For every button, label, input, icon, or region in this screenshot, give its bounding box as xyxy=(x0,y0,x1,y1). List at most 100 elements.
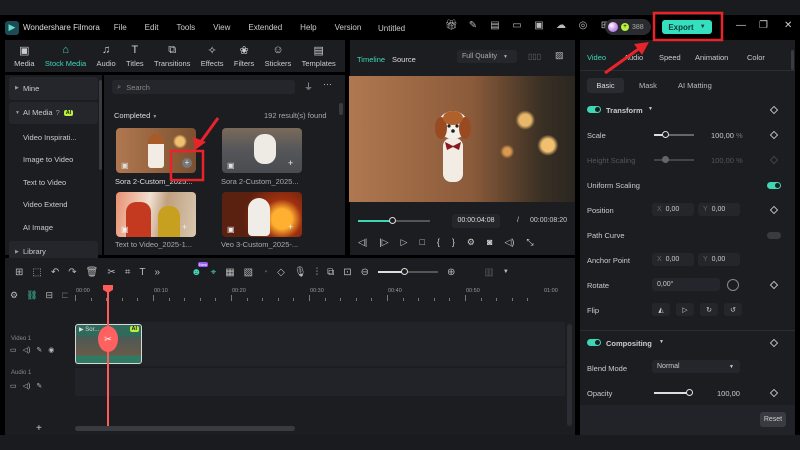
replace-icon[interactable]: ⧉ xyxy=(327,267,334,278)
track-manage-icon[interactable]: ⊏ xyxy=(61,290,69,301)
reset-button[interactable]: Reset xyxy=(760,412,786,427)
transform-toggle[interactable] xyxy=(587,106,601,113)
menu-file[interactable]: File xyxy=(114,23,127,32)
add-to-timeline-icon[interactable]: + xyxy=(288,158,293,168)
media-thumbnail[interactable]: ▣ + xyxy=(222,128,302,173)
next-frame-icon[interactable]: |▷ xyxy=(379,237,388,248)
menu-tools[interactable]: Tools xyxy=(176,23,195,32)
timeline-settings-icon[interactable]: ⚙ xyxy=(10,290,18,301)
folder-icon[interactable]: ▭ xyxy=(10,382,17,390)
tab-media[interactable]: ▣ Media xyxy=(14,44,34,68)
tab-titles[interactable]: T Titles xyxy=(126,44,144,68)
eye-icon[interactable]: ◉ xyxy=(48,346,54,354)
export-button[interactable]: Export ▼ xyxy=(662,20,712,34)
previous-frame-icon[interactable]: ◁| xyxy=(358,237,367,248)
sidebar-scrollbar[interactable] xyxy=(99,80,102,170)
flip-horizontal-icon[interactable]: ◭ xyxy=(652,303,670,316)
menu-extended[interactable]: Extended xyxy=(248,23,282,32)
quality-dropdown[interactable]: Full Quality ▼ xyxy=(457,50,517,63)
split-icon[interactable]: ⌖ xyxy=(211,267,217,278)
more-options-icon[interactable]: ⋯ xyxy=(323,79,332,90)
track-height-icon[interactable]: ▥ xyxy=(484,267,493,278)
media-thumbnail[interactable]: ▣ + xyxy=(222,192,302,237)
cut-icon[interactable]: ✂ xyxy=(107,267,115,278)
close-icon[interactable]: ✕ xyxy=(784,20,792,31)
completed-filter-dropdown[interactable]: Completed ▼ xyxy=(114,111,157,120)
rotate-right-icon[interactable]: ↻ xyxy=(700,303,718,316)
ai-copilot-icon[interactable]: ☻ New xyxy=(191,261,209,278)
settings-icon[interactable]: ⚙ xyxy=(467,237,475,248)
image-edit-icon[interactable]: ▧ xyxy=(244,267,253,278)
sidebar-item-mine[interactable]: ▶ Mine xyxy=(9,77,98,100)
tab-audio[interactable]: Audio xyxy=(624,53,659,62)
rotate-left-icon[interactable]: ↺ xyxy=(724,303,742,316)
tab-stickers[interactable]: ☺ Stickers xyxy=(265,44,292,68)
feedback-icon[interactable]: ✎ xyxy=(467,20,479,32)
credits-badge[interactable]: + 388 xyxy=(605,19,651,35)
compositing-toggle[interactable] xyxy=(587,339,601,346)
scrubber-knob[interactable] xyxy=(389,217,396,224)
timeline-ruler[interactable]: 00:00 00:10 00:20 00:30 00:40 00:50 01:00 xyxy=(75,288,570,302)
save-icon[interactable]: ▣ xyxy=(533,20,545,32)
subtab-basic[interactable]: Basic xyxy=(587,78,624,93)
text-icon[interactable]: T xyxy=(139,267,145,278)
tab-source[interactable]: Source xyxy=(392,55,416,64)
volume-icon[interactable]: ◁) xyxy=(23,346,31,354)
add-to-timeline-icon[interactable]: + xyxy=(288,222,293,232)
anchor-x-input[interactable]: X 0,00 xyxy=(652,253,694,266)
mute-icon[interactable]: ✎ xyxy=(36,346,42,354)
more-tools-icon[interactable]: » xyxy=(154,267,160,278)
scale-slider[interactable] xyxy=(654,134,694,136)
rotate-input[interactable]: 0,00° xyxy=(652,278,720,291)
opacity-knob[interactable] xyxy=(686,389,693,396)
crop-icon[interactable]: ⌗ xyxy=(125,267,131,278)
timeline-h-scrollbar[interactable] xyxy=(75,426,295,431)
filter-icon[interactable]: ⏚ xyxy=(304,80,313,93)
sidebar-item-video-inspiration[interactable]: Video Inspirati... xyxy=(5,126,102,149)
tab-animation[interactable]: Animation xyxy=(695,53,747,62)
blend-mode-dropdown[interactable]: Normal ▼ xyxy=(652,360,740,373)
position-x-input[interactable]: X 0,00 xyxy=(652,203,694,216)
rotate-dial-icon[interactable] xyxy=(727,279,739,291)
mark-out-icon[interactable]: } xyxy=(452,237,455,248)
sidebar-item-text-to-video[interactable]: Text to Video xyxy=(5,171,102,194)
group-icon[interactable]: ⊟ xyxy=(46,290,54,301)
media-thumbnail[interactable]: ▣ + xyxy=(116,192,196,237)
shield-icon[interactable]: ◇ xyxy=(277,267,285,278)
tab-timeline[interactable]: Timeline xyxy=(357,55,385,64)
tab-video[interactable]: Video xyxy=(587,53,624,62)
playhead[interactable] xyxy=(107,286,109,426)
media-thumbnail[interactable]: ▣ + xyxy=(116,128,196,173)
volume-icon[interactable]: ◁) xyxy=(23,382,31,390)
mark-in-icon[interactable]: { xyxy=(437,237,440,248)
tab-audio[interactable]: ♫ Audio xyxy=(97,44,116,68)
tab-templates[interactable]: ▤ Templates xyxy=(302,44,336,68)
menu-version[interactable]: Version xyxy=(335,23,362,32)
tab-color[interactable]: Color xyxy=(747,53,765,62)
tab-transitions[interactable]: ⧉ Transitions xyxy=(154,44,190,68)
fullscreen-icon[interactable]: ⤡ xyxy=(526,237,533,248)
stop-icon[interactable]: □ xyxy=(419,237,424,248)
subtab-ai-matting[interactable]: AI Matting xyxy=(678,81,712,90)
subtab-mask[interactable]: Mask xyxy=(639,81,657,90)
restore-icon[interactable]: ❐ xyxy=(759,20,768,31)
link-icon[interactable]: ⛓ xyxy=(26,290,37,301)
support-headset-icon[interactable]: ◎ xyxy=(577,20,589,32)
monitor-icon[interactable]: ▭ xyxy=(511,20,523,32)
zoom-knob[interactable] xyxy=(400,268,408,275)
tab-effects[interactable]: ✧ Effects xyxy=(201,44,224,68)
audio-mixer-icon[interactable]: ⫶ xyxy=(316,267,319,278)
snapshot-icon[interactable]: ◙ xyxy=(487,237,492,248)
delete-icon[interactable]: 🗑︎ xyxy=(86,267,99,278)
caret-down-icon[interactable]: ▼ xyxy=(648,106,653,112)
layout-icon[interactable]: ⊞ xyxy=(15,267,23,278)
uniform-scaling-toggle[interactable] xyxy=(767,182,781,189)
inspector-scrollbar[interactable] xyxy=(791,50,794,70)
folder-icon[interactable]: ▭ xyxy=(10,346,17,354)
microphone-icon[interactable]: 🎙︎ xyxy=(294,267,307,278)
zoom-in-icon[interactable]: ⊕ xyxy=(447,267,455,278)
zoom-out-icon[interactable]: ⊖ xyxy=(361,267,369,278)
scissors-icon[interactable]: ✂ xyxy=(98,326,118,352)
menu-edit[interactable]: Edit xyxy=(145,23,159,32)
chevron-down-icon[interactable]: ▼ xyxy=(503,269,509,275)
